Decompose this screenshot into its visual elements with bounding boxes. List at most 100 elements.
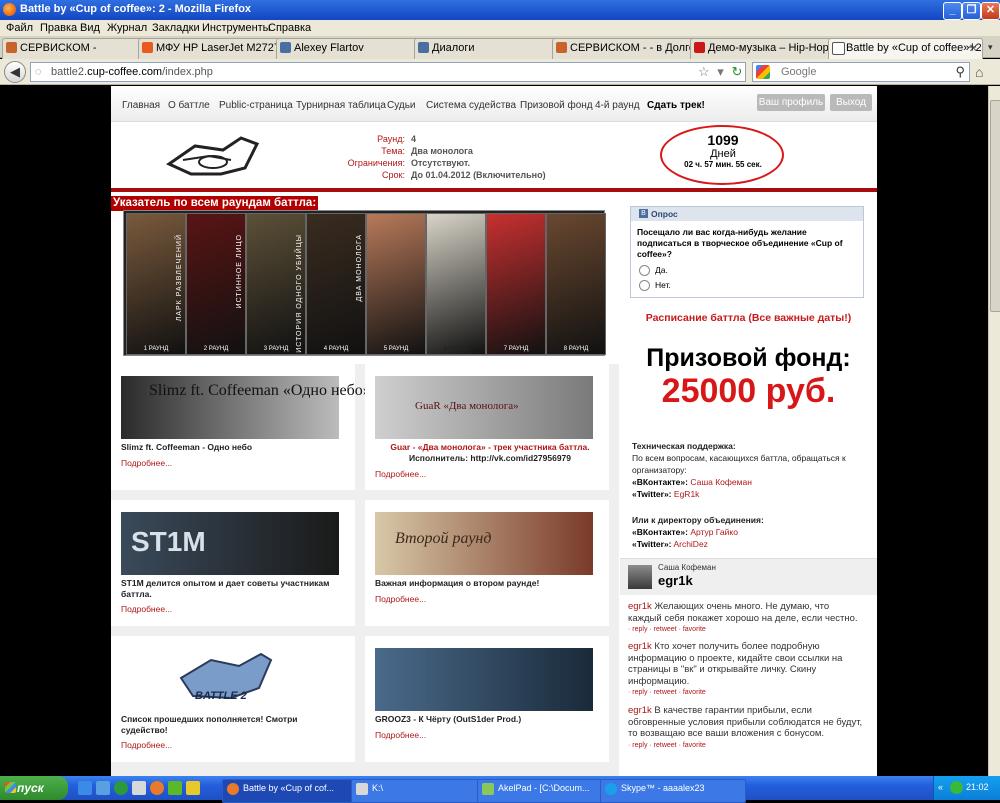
poll-option-yes-radio[interactable] [639,265,650,276]
tweet-actions[interactable]: · reply · retweet · favorite [628,689,706,696]
twitter-widget: Саша Кофеман egr1k egr1k Желающих очень … [620,558,877,776]
tweet-actions[interactable]: · reply · retweet · favorite [628,626,706,633]
quicklaunch-icon[interactable] [78,781,92,795]
news-banner-image[interactable]: ST1M [121,512,339,575]
news-banner-image[interactable]: Slimz ft. Coffeeman «Одно небо» [121,376,371,439]
twitter-display-name[interactable]: Саша Кофеман [658,563,716,572]
round-1-thumbnail[interactable]: 1 РАУНД ЛАРК РАЗВЛЕЧЕНИЙ [126,213,186,355]
maximize-button[interactable]: ❐ [962,2,981,20]
home-icon[interactable]: ⌂ [975,64,993,80]
site-nav-round-4[interactable]: 4-й раунд [595,100,640,111]
director-vk-link[interactable]: Артур Гайко [690,527,738,537]
round-8-thumbnail[interactable]: 8 РАУНД [546,213,606,355]
bookmark-star-icon[interactable]: ☆ [698,64,710,79]
window-titlebar: Battle by «Cup of coffee»: 2 - Mozilla F… [0,0,1000,20]
reload-icon[interactable]: ↻ [731,64,742,79]
tab-favicon [280,42,291,53]
back-button[interactable]: ◀ [4,61,26,83]
round-5-thumbnail[interactable]: 5 РАУНД [366,213,426,355]
site-nav-judging-system[interactable]: Система судейства [426,100,516,111]
dropdown-chevron-icon[interactable]: ▾ [717,64,724,79]
support-twitter-link[interactable]: EgR1k [674,489,700,499]
support-vk-link[interactable]: Саша Кофеман [690,477,752,487]
news-title[interactable]: Slimz ft. Coffeeman - Одно небо [121,442,252,452]
tweet-actions[interactable]: · reply · retweet · favorite [628,742,706,749]
menu-view[interactable]: Вид [80,22,100,34]
site-nav-home[interactable]: Главная [122,100,160,111]
profile-button[interactable]: Ваш профиль [757,94,825,111]
round-2-thumbnail[interactable]: 2 РАУНД ИСТИННОЕ ЛИЦО [186,213,246,355]
news-title[interactable]: Список прошедших пополняется! Смотри суд… [121,714,345,736]
rounds-strip: 1 РАУНД ЛАРК РАЗВЛЕЧЕНИЙ 2 РАУНД ИСТИННОЕ … [123,210,606,356]
task-explorer[interactable]: K:\ [351,779,497,803]
round-4-thumbnail[interactable]: 4 РАУНД ДВА МОНОЛОГА [306,213,366,355]
search-icon[interactable]: ⚲ [955,64,965,80]
site-nav-judges[interactable]: Судьи [387,100,416,111]
url-bar[interactable]: ◌ battle2.cup-coffee.com/index.php [30,62,746,82]
news-title[interactable]: GROOZ3 - К Чёрту (OutS1der Prod.) [375,714,521,724]
news-performer[interactable]: Исполнитель: http://vk.com/id27956979 [375,453,605,463]
firefox-icon [227,783,239,795]
news-more-link[interactable]: Подробнее... [121,604,172,614]
news-more-link[interactable]: Подробнее... [121,458,172,468]
quicklaunch-icon[interactable] [114,781,128,795]
site-nav-about[interactable]: О баттле [168,100,210,111]
news-more-link[interactable]: Подробнее... [375,730,426,740]
director-vk-row: «ВКонтакте»: Артур Гайко [632,527,738,537]
menu-bookmarks[interactable]: Закладки [152,22,200,34]
news-more-link[interactable]: Подробнее... [375,594,426,604]
director-twitter-link[interactable]: ArchiDez [673,539,707,549]
new-tab-icon[interactable]: + [968,39,977,56]
round-3-thumbnail[interactable]: 3 РАУНД ИСТОРИЯ ОДНОГО УБИЙЦЫ [246,213,306,355]
twitter-handle[interactable]: egr1k [658,573,693,588]
poll-option-no-radio[interactable] [639,280,650,291]
menu-file[interactable]: Файл [6,22,33,34]
quicklaunch-icon[interactable] [132,781,146,795]
news-banner-image[interactable]: Второй раунд [375,512,593,575]
menu-help[interactable]: Справка [268,22,311,34]
round-7-thumbnail[interactable]: 7 РАУНД [486,213,546,355]
vertical-scrollbar[interactable] [988,86,1000,776]
page-identity-icon[interactable]: ◌ [35,66,42,78]
news-more-link[interactable]: Подробнее... [375,469,426,479]
limits-label: Ограничения: [347,158,405,168]
site-logo[interactable] [161,130,261,180]
poll-option-yes-label[interactable]: Да. [655,265,668,275]
menu-edit[interactable]: Правка [40,22,77,34]
task-skype[interactable]: Skype™ - aaaalex23 [600,779,746,803]
round-vertical-caption: ДВА МОНОЛОГА [356,234,363,302]
menu-tools[interactable]: Инструменты [202,22,271,34]
news-banner-image[interactable] [375,648,593,711]
news-banner-image[interactable]: GuaR «Два монолога» [375,376,593,439]
schedule-link[interactable]: Расписание баттла (Все важные даты!) [620,312,877,324]
google-engine-icon[interactable] [756,65,770,79]
navigation-bar: ◀ ◌ battle2.cup-coffee.com/index.php ☆ ▾… [0,59,1000,85]
logout-button[interactable]: Выход [830,94,872,111]
minimize-button[interactable]: _ [943,2,962,20]
quicklaunch-icon[interactable] [96,781,110,795]
task-akelpad[interactable]: AkelPad - [C:\Docum... [477,779,619,803]
site-nav-standings[interactable]: Турнирная таблица [296,100,386,111]
quicklaunch-icon[interactable] [150,781,164,795]
news-title[interactable]: ST1M делится опытом и дает советы участн… [121,578,345,600]
news-more-link[interactable]: Подробнее... [121,740,172,750]
news-banner-image[interactable]: BATTLE 2 [121,648,339,711]
round-6-thumbnail[interactable]: 6 РАУНД [426,213,486,355]
task-firefox[interactable]: Battle by «Cup of cof... [222,779,368,803]
scrollbar-thumb[interactable] [990,100,1000,312]
tray-expand-icon[interactable]: « [938,782,943,792]
avatar[interactable] [628,565,652,589]
site-nav-prize-fund[interactable]: Призовой фонд [520,100,593,111]
close-button[interactable]: ✕ [981,2,1000,20]
news-title[interactable]: Важная информация о втором раунде! [375,578,539,588]
quicklaunch-icon[interactable] [186,781,200,795]
menu-history[interactable]: Журнал [107,22,147,34]
tab-list-chevron-icon[interactable]: ▾ [988,42,993,53]
tray-status-icon[interactable] [950,781,963,794]
poll-option-no-label[interactable]: Нет. [655,280,671,290]
site-nav-public[interactable]: Public-страница [219,100,293,111]
site-nav-submit-track[interactable]: Сдать трек! [647,100,705,111]
news-title[interactable]: Guar - «Два монолога» - трек участника б… [375,442,605,452]
search-input[interactable]: Google ⚲ [752,62,970,82]
quicklaunch-icon[interactable] [168,781,182,795]
